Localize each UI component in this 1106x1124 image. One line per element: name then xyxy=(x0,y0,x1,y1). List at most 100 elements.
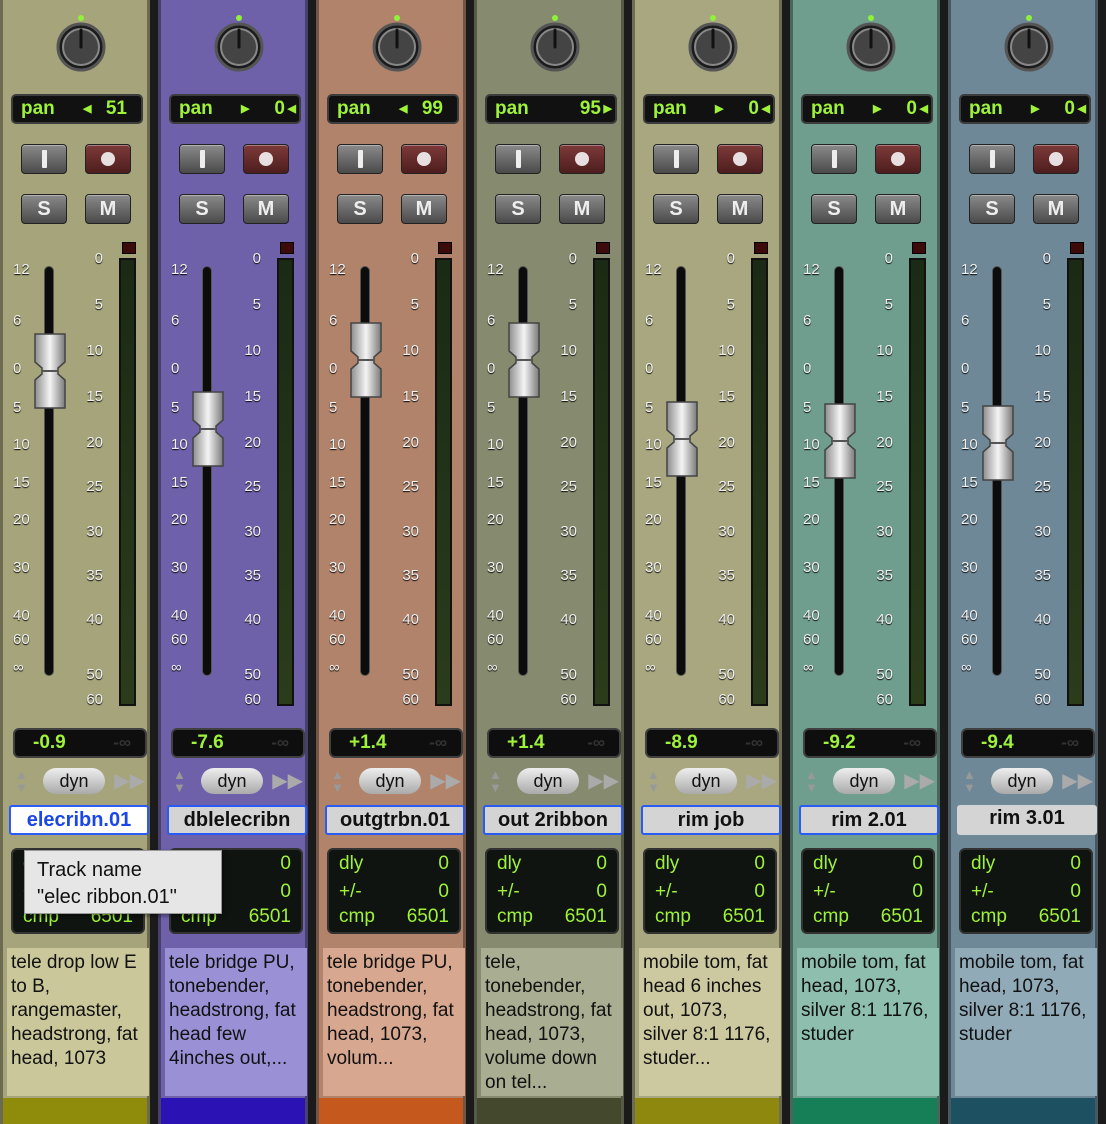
record-enable-button[interactable] xyxy=(717,144,763,174)
automation-up-down-icon[interactable]: ▲ ▼ xyxy=(489,768,502,794)
fast-forward-icon[interactable]: ▶▶ xyxy=(272,768,303,794)
track-name-field[interactable]: out 2ribbon xyxy=(483,805,623,835)
volume-fader-handle[interactable] xyxy=(32,332,68,410)
automation-up-down-icon[interactable]: ▲ ▼ xyxy=(805,768,818,794)
track-name-field[interactable]: rim 3.01 xyxy=(957,805,1097,835)
input-monitor-button[interactable] xyxy=(179,144,225,174)
automation-up-down-icon[interactable]: ▲ ▼ xyxy=(963,768,976,794)
volume-display[interactable]: -9.4 -∞ xyxy=(961,728,1095,758)
automation-mode-button[interactable]: dyn xyxy=(201,768,263,794)
track-comment[interactable]: tele drop low E to B, rangemaster, heads… xyxy=(7,948,149,1096)
clip-indicator[interactable] xyxy=(122,242,136,254)
solo-button[interactable]: S xyxy=(969,194,1015,224)
mute-button[interactable]: M xyxy=(559,194,605,224)
volume-display[interactable]: -8.9 -∞ xyxy=(645,728,779,758)
track-color-bar[interactable] xyxy=(3,1098,147,1124)
volume-fader-handle[interactable] xyxy=(348,321,384,399)
pan-display[interactable]: pan ◀ 99 ▶ xyxy=(327,94,459,124)
pan-display[interactable]: pan ▶ 0 ◀ xyxy=(801,94,933,124)
clip-indicator[interactable] xyxy=(280,242,294,254)
automation-up-down-icon[interactable]: ▲ ▼ xyxy=(331,768,344,794)
clip-indicator[interactable] xyxy=(438,242,452,254)
pan-knob[interactable] xyxy=(996,14,1062,80)
track-color-bar[interactable] xyxy=(635,1098,779,1124)
record-enable-button[interactable] xyxy=(85,144,131,174)
solo-button[interactable]: S xyxy=(653,194,699,224)
track-comment[interactable]: tele bridge PU, tonebender, headstrong, … xyxy=(323,948,465,1096)
volume-fader-handle[interactable] xyxy=(980,404,1016,482)
fast-forward-icon[interactable]: ▶▶ xyxy=(904,768,935,794)
record-enable-button[interactable] xyxy=(401,144,447,174)
fast-forward-icon[interactable]: ▶▶ xyxy=(114,768,145,794)
volume-fader-handle[interactable] xyxy=(822,402,858,480)
input-monitor-button[interactable] xyxy=(21,144,67,174)
solo-button[interactable]: S xyxy=(495,194,541,224)
automation-up-down-icon[interactable]: ▲ ▼ xyxy=(173,768,186,794)
track-comment[interactable]: tele, tonebender, headstrong, fat head, … xyxy=(481,948,623,1096)
volume-fader-handle[interactable] xyxy=(506,321,542,399)
track-color-bar[interactable] xyxy=(951,1098,1095,1124)
clip-indicator[interactable] xyxy=(596,242,610,254)
clip-indicator[interactable] xyxy=(912,242,926,254)
pan-knob[interactable] xyxy=(48,14,114,80)
pan-display[interactable]: pan ▶ 0 ◀ xyxy=(959,94,1091,124)
pan-knob[interactable] xyxy=(838,14,904,80)
input-monitor-button[interactable] xyxy=(811,144,857,174)
clip-indicator[interactable] xyxy=(1070,242,1084,254)
fast-forward-icon[interactable]: ▶▶ xyxy=(1062,768,1093,794)
track-name-field[interactable]: rim job xyxy=(641,805,781,835)
automation-up-down-icon[interactable]: ▲ ▼ xyxy=(647,768,660,794)
volume-display[interactable]: +1.4 -∞ xyxy=(329,728,463,758)
input-monitor-button[interactable] xyxy=(495,144,541,174)
automation-mode-button[interactable]: dyn xyxy=(991,768,1053,794)
automation-mode-button[interactable]: dyn xyxy=(359,768,421,794)
solo-button[interactable]: S xyxy=(21,194,67,224)
track-name-field[interactable]: outgtrbn.01 xyxy=(325,805,465,835)
record-enable-button[interactable] xyxy=(875,144,921,174)
pan-knob[interactable] xyxy=(522,14,588,80)
pan-display[interactable]: pan ▶ 0 ◀ xyxy=(643,94,775,124)
fast-forward-icon[interactable]: ▶▶ xyxy=(746,768,777,794)
mute-button[interactable]: M xyxy=(875,194,921,224)
automation-mode-button[interactable]: dyn xyxy=(833,768,895,794)
input-monitor-button[interactable] xyxy=(969,144,1015,174)
automation-mode-button[interactable]: dyn xyxy=(517,768,579,794)
fast-forward-icon[interactable]: ▶▶ xyxy=(430,768,461,794)
track-comment[interactable]: mobile tom, fat head 6 inches out, 1073,… xyxy=(639,948,781,1096)
fast-forward-icon[interactable]: ▶▶ xyxy=(588,768,619,794)
automation-up-down-icon[interactable]: ▲ ▼ xyxy=(15,768,28,794)
volume-fader-handle[interactable] xyxy=(190,390,226,468)
pan-knob[interactable] xyxy=(206,14,272,80)
input-monitor-button[interactable] xyxy=(337,144,383,174)
record-enable-button[interactable] xyxy=(1033,144,1079,174)
track-color-bar[interactable] xyxy=(319,1098,463,1124)
record-enable-button[interactable] xyxy=(559,144,605,174)
track-color-bar[interactable] xyxy=(477,1098,621,1124)
track-color-bar[interactable] xyxy=(161,1098,305,1124)
track-name-field[interactable]: dblelecribn xyxy=(167,805,307,835)
mute-button[interactable]: M xyxy=(717,194,763,224)
volume-display[interactable]: +1.4 -∞ xyxy=(487,728,621,758)
track-comment[interactable]: tele bridge PU, tonebender, headstrong, … xyxy=(165,948,307,1096)
mute-button[interactable]: M xyxy=(1033,194,1079,224)
mute-button[interactable]: M xyxy=(243,194,289,224)
automation-mode-button[interactable]: dyn xyxy=(675,768,737,794)
track-comment[interactable]: mobile tom, fat head, 1073, silver 8:1 1… xyxy=(797,948,939,1096)
mute-button[interactable]: M xyxy=(401,194,447,224)
pan-knob[interactable] xyxy=(364,14,430,80)
automation-mode-button[interactable]: dyn xyxy=(43,768,105,794)
record-enable-button[interactable] xyxy=(243,144,289,174)
input-monitor-button[interactable] xyxy=(653,144,699,174)
volume-fader-handle[interactable] xyxy=(664,400,700,478)
solo-button[interactable]: S xyxy=(179,194,225,224)
pan-display[interactable]: pan ▶ 0 ◀ xyxy=(169,94,301,124)
track-color-bar[interactable] xyxy=(793,1098,937,1124)
track-name-field[interactable]: rim 2.01 xyxy=(799,805,939,835)
pan-knob[interactable] xyxy=(680,14,746,80)
pan-display[interactable]: pan ◀ 95 ▶ xyxy=(485,94,617,124)
clip-indicator[interactable] xyxy=(754,242,768,254)
mute-button[interactable]: M xyxy=(85,194,131,224)
track-comment[interactable]: mobile tom, fat head, 1073, silver 8:1 1… xyxy=(955,948,1097,1096)
volume-display[interactable]: -0.9 -∞ xyxy=(13,728,147,758)
volume-display[interactable]: -7.6 -∞ xyxy=(171,728,305,758)
